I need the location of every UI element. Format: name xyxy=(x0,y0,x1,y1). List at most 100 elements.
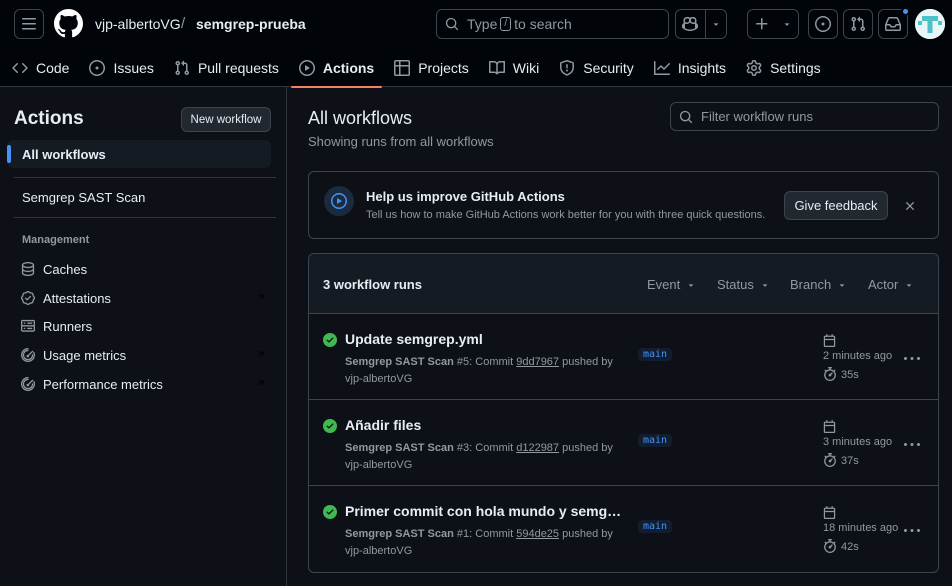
status-filter-dropdown[interactable]: Status xyxy=(717,277,770,292)
search-placeholder-prefix: Type xyxy=(467,16,498,32)
tab-issues[interactable]: Issues xyxy=(81,48,161,87)
kebab-horizontal-icon[interactable] xyxy=(904,437,920,453)
tab-projects[interactable]: Projects xyxy=(386,48,477,87)
management-heading: Management xyxy=(22,234,90,246)
close-icon[interactable] xyxy=(903,199,917,213)
issues-button[interactable] xyxy=(808,9,838,39)
avatar[interactable] xyxy=(915,9,945,39)
filter-label: Status xyxy=(717,277,754,292)
filter-workflow-runs-input[interactable]: Filter workflow runs xyxy=(670,102,939,131)
branch-badge[interactable]: main xyxy=(638,434,673,447)
tab-settings[interactable]: Settings xyxy=(738,48,829,87)
page-subtitle: Showing runs from all workflows xyxy=(308,134,494,149)
workflow-run-row[interactable]: Añadir files Semgrep SAST Scan #3: Commi… xyxy=(309,400,938,486)
event-filter-dropdown[interactable]: Event xyxy=(647,277,696,292)
run-title-link[interactable]: Update semgrep.yml xyxy=(345,331,625,347)
run-pushed-label: pushed by xyxy=(562,528,613,540)
tab-security[interactable]: Security xyxy=(551,48,642,87)
run-meta: Semgrep SAST Scan #3: Commit d122987 pus… xyxy=(345,442,613,471)
global-header: vjp-albertoVG / semgrep-prueba Type / to… xyxy=(0,0,952,88)
play-icon xyxy=(298,59,315,76)
tab-actions[interactable]: Actions xyxy=(290,48,383,88)
divider xyxy=(14,217,276,218)
notifications-button[interactable] xyxy=(878,7,910,39)
chevron-down-icon xyxy=(760,280,770,290)
kebab-horizontal-icon[interactable] xyxy=(904,351,920,367)
inbox-icon xyxy=(885,16,901,32)
banner-description: Tell us how to make GitHub Actions work … xyxy=(366,209,766,221)
runs-count: 3 workflow runs xyxy=(323,277,422,292)
calendar-icon xyxy=(823,506,836,519)
hamburger-icon xyxy=(21,16,37,32)
chevron-down-icon[interactable] xyxy=(704,10,726,38)
sidebar-item-label: Performance metrics xyxy=(43,376,163,392)
run-workflow-name: Semgrep SAST Scan xyxy=(345,528,454,540)
tab-label: Pull requests xyxy=(197,59,279,76)
run-author[interactable]: vjp-albertoVG xyxy=(345,373,412,385)
search-input[interactable]: Type / to search xyxy=(436,9,669,39)
copilot-button[interactable] xyxy=(675,9,727,39)
sidebar-item-runners[interactable]: Runners xyxy=(21,316,266,336)
stopwatch-icon xyxy=(823,453,837,467)
new-workflow-button[interactable]: New workflow xyxy=(181,107,271,132)
feedback-banner: Help us improve GitHub Actions Tell us h… xyxy=(308,171,939,239)
tab-label: Code xyxy=(36,59,70,76)
graph-icon xyxy=(653,60,670,76)
branch-filter-dropdown[interactable]: Branch xyxy=(790,277,847,292)
create-new-button[interactable] xyxy=(747,9,799,39)
tab-pull-requests[interactable]: Pull requests xyxy=(166,48,287,87)
actions-sidebar: Actions New workflow All workflows Semgr… xyxy=(0,87,287,586)
tab-label: Wiki xyxy=(512,59,540,76)
run-author[interactable]: vjp-albertoVG xyxy=(345,459,412,471)
repo-name-link[interactable]: semgrep-prueba xyxy=(196,16,306,32)
give-feedback-button[interactable]: Give feedback xyxy=(784,191,888,220)
run-number: #3 xyxy=(456,442,470,454)
workflow-run-row[interactable]: Update semgrep.yml Semgrep SAST Scan #5:… xyxy=(309,314,938,400)
sidebar-item-performance-metrics[interactable]: Performance metrics xyxy=(21,374,266,394)
actor-filter-dropdown[interactable]: Actor xyxy=(868,277,914,292)
tab-code[interactable]: Code xyxy=(4,48,77,87)
repo-nav-tabs: Code Issues Pull requests Actions Projec… xyxy=(0,48,829,88)
banner-title: Help us improve GitHub Actions xyxy=(366,189,565,204)
plus-icon xyxy=(748,16,777,32)
commit-sha-link[interactable]: d122987 xyxy=(516,442,559,454)
branch-badge[interactable]: main xyxy=(638,348,673,361)
run-time-ago: 18 minutes ago xyxy=(823,522,899,534)
branch-badge[interactable]: main xyxy=(638,520,673,533)
divider xyxy=(14,177,276,178)
run-title-link[interactable]: Añadir files xyxy=(345,417,625,433)
run-duration: 37s xyxy=(841,455,859,467)
kebab-horizontal-icon[interactable] xyxy=(904,523,920,539)
pull-requests-button[interactable] xyxy=(843,9,873,39)
sidebar-item-all-workflows[interactable]: All workflows xyxy=(7,140,271,168)
sidebar-item-attestations[interactable]: Attestations xyxy=(21,288,266,308)
sidebar-item-usage-metrics[interactable]: Usage metrics xyxy=(21,345,266,365)
run-meta: Semgrep SAST Scan #1: Commit 594de25 pus… xyxy=(345,528,613,557)
run-title-link[interactable]: Primer commit con hola mundo y semgrep xyxy=(345,503,625,519)
tab-label: Actions xyxy=(322,59,375,76)
run-author[interactable]: vjp-albertoVG xyxy=(345,545,412,557)
tab-wiki[interactable]: Wiki xyxy=(481,48,547,87)
github-logo-icon[interactable] xyxy=(54,9,83,38)
tab-label: Security xyxy=(583,59,634,76)
runs-list-header: 3 workflow runs Event Status Branch Acto… xyxy=(309,254,938,314)
play-icon xyxy=(324,186,354,216)
run-workflow-name: Semgrep SAST Scan xyxy=(345,356,454,368)
table-icon xyxy=(394,59,411,76)
calendar-icon xyxy=(823,334,836,347)
commit-sha-link[interactable]: 9dd7967 xyxy=(516,356,559,368)
chevron-down-icon xyxy=(686,280,696,290)
arrow-up-right-icon xyxy=(256,292,266,302)
tab-insights[interactable]: Insights xyxy=(646,48,734,87)
unread-indicator xyxy=(901,7,910,16)
tab-label: Projects xyxy=(418,59,469,76)
sidebar-item-caches[interactable]: Caches xyxy=(21,259,266,279)
repo-owner-link[interactable]: vjp-albertoVG xyxy=(95,16,181,32)
menu-button[interactable] xyxy=(14,9,44,39)
commit-sha-link[interactable]: 594de25 xyxy=(516,528,559,540)
sidebar-item-semgrep-sast-scan[interactable]: Semgrep SAST Scan xyxy=(22,190,145,205)
workflow-run-row[interactable]: Primer commit con hola mundo y semgrep S… xyxy=(309,486,938,572)
sidebar-item-label: Usage metrics xyxy=(43,347,127,363)
sidebar-item-label: Attestations xyxy=(43,290,111,306)
tab-label: Insights xyxy=(677,59,727,76)
